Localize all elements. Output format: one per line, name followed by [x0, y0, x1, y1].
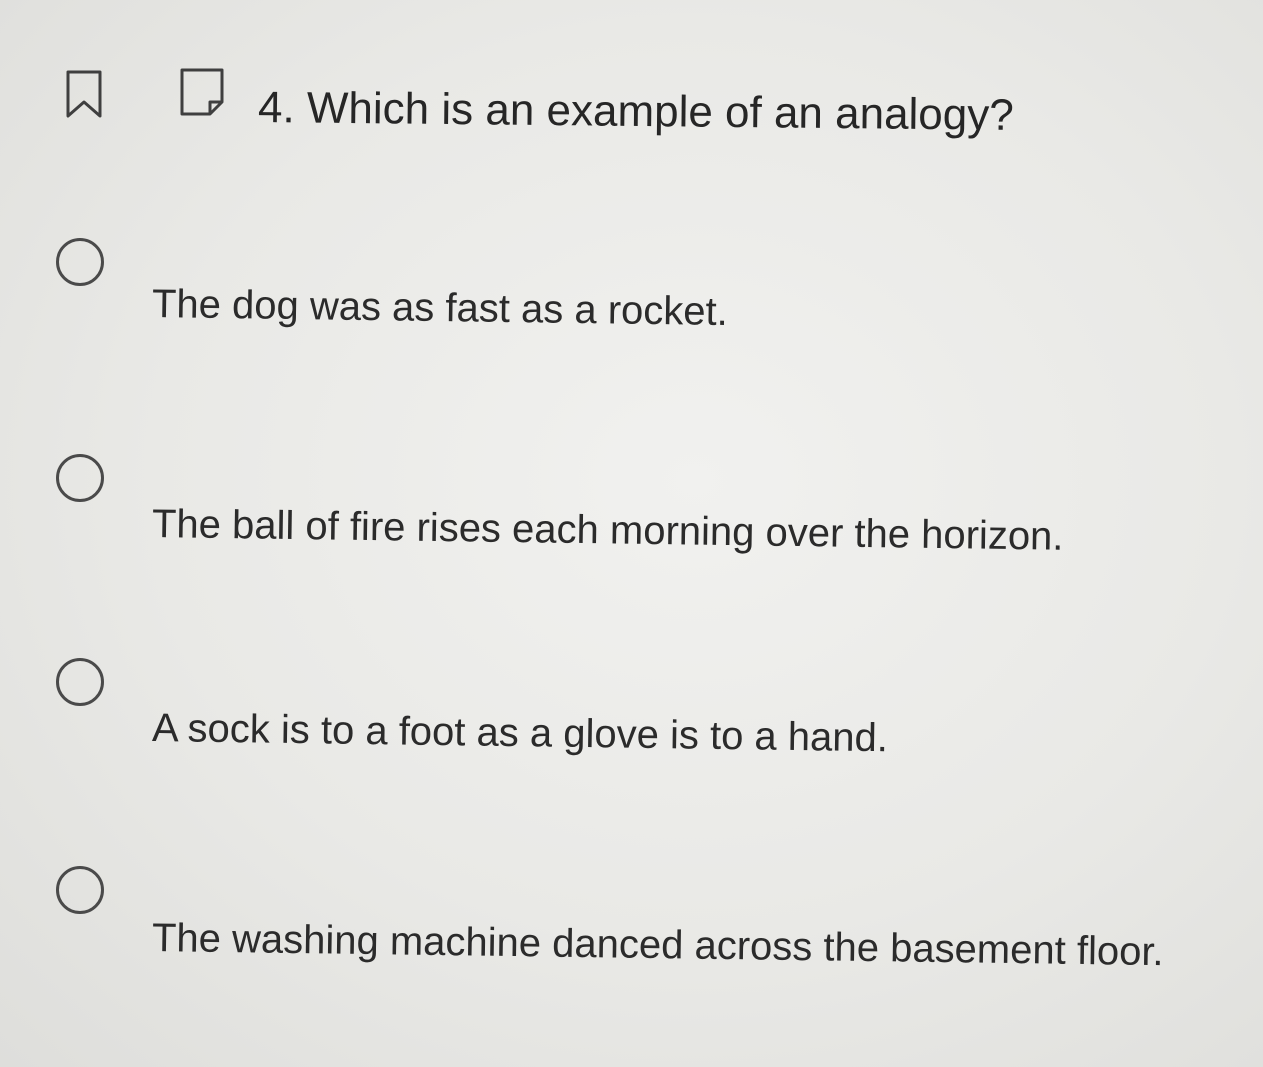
- answer-option[interactable]: A sock is to a foot as a glove is to a h…: [0, 650, 1263, 800]
- bookmark-icon[interactable]: [64, 68, 104, 120]
- option-label: The ball of fire rises each morning over…: [151, 502, 1064, 559]
- option-label: The washing machine danced across the ba…: [151, 916, 1164, 975]
- radio-button[interactable]: [56, 238, 104, 286]
- answer-option[interactable]: The washing machine danced across the ba…: [0, 862, 1263, 1012]
- flag-icon[interactable]: [178, 66, 226, 118]
- question-text: 4. Which is an example of an analogy?: [257, 83, 1015, 140]
- option-label: The dog was as fast as a rocket.: [151, 282, 729, 335]
- answer-option[interactable]: The ball of fire rises each morning over…: [0, 446, 1263, 596]
- radio-button[interactable]: [56, 454, 104, 502]
- answer-option[interactable]: The dog was as fast as a rocket.: [0, 226, 1263, 376]
- radio-button[interactable]: [56, 658, 104, 706]
- question-header: 4. Which is an example of an analogy?: [0, 0, 1263, 150]
- radio-button[interactable]: [56, 866, 104, 914]
- option-label: A sock is to a foot as a glove is to a h…: [151, 706, 889, 761]
